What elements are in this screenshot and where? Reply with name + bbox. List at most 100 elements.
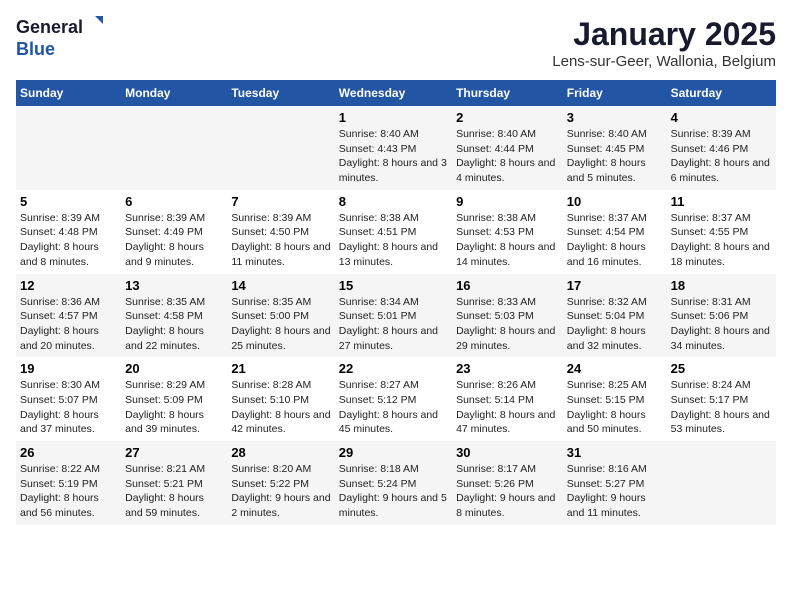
calendar-cell: 24 Sunrise: 8:25 AMSunset: 5:15 PMDayligh…: [563, 357, 667, 441]
calendar-cell: 1Sunrise: 8:40 AMSunset: 4:43 PMDaylight…: [335, 106, 452, 190]
cell-info: Sunset: 5:27 PM: [567, 477, 663, 492]
cell-info: Sunset: 5:17 PM: [671, 393, 772, 408]
calendar-cell: 9Sunrise: 8:38 AMSunset: 4:53 PMDaylight…: [452, 190, 563, 274]
cell-info: Daylight: 8 hours and 56 minutes.: [20, 491, 117, 520]
header-thursday: Thursday: [452, 80, 563, 106]
cell-info: Sunrise: 8:29 AM: [125, 378, 223, 393]
cell-info: Sunrise: 8:22 AM: [20, 462, 117, 477]
cell-info: Sunrise: 8:21 AM: [125, 462, 223, 477]
page-header: General Blue January 2025 Lens-sur-Geer,…: [16, 16, 776, 70]
logo: General Blue: [16, 16, 103, 60]
cell-info: Daylight: 8 hours and 34 minutes.: [671, 324, 772, 353]
cell-info: Daylight: 8 hours and 27 minutes.: [339, 324, 448, 353]
cell-info: Sunrise: 8:18 AM: [339, 462, 448, 477]
header-wednesday: Wednesday: [335, 80, 452, 106]
cell-info: Sunset: 5:06 PM: [671, 309, 772, 324]
cell-info: Sunset: 5:26 PM: [456, 477, 559, 492]
calendar-cell: 26Sunrise: 8:22 AMSunset: 5:19 PMDayligh…: [16, 441, 121, 525]
cell-info: Daylight: 8 hours and 47 minutes.: [456, 408, 559, 437]
day-number: 15: [339, 278, 448, 293]
day-number: 24: [567, 361, 663, 376]
cell-info: Sunset: 5:15 PM: [567, 393, 663, 408]
day-number: 26: [20, 445, 117, 460]
calendar-cell: 12Sunrise: 8:36 AMSunset: 4:57 PMDayligh…: [16, 274, 121, 358]
calendar-week-row: 12Sunrise: 8:36 AMSunset: 4:57 PMDayligh…: [16, 274, 776, 358]
calendar-week-row: 5Sunrise: 8:39 AMSunset: 4:48 PMDaylight…: [16, 190, 776, 274]
cell-info: Sunrise: 8:28 AM: [231, 378, 330, 393]
cell-info: Sunrise: 8:40 AM: [339, 127, 448, 142]
cell-info: Sunrise: 8:39 AM: [20, 211, 117, 226]
cell-info: Sunset: 5:24 PM: [339, 477, 448, 492]
calendar-cell: 11Sunrise: 8:37 AMSunset: 4:55 PMDayligh…: [667, 190, 776, 274]
cell-info: Daylight: 9 hours and 2 minutes.: [231, 491, 330, 520]
cell-info: Daylight: 8 hours and 18 minutes.: [671, 240, 772, 269]
calendar-cell: 15Sunrise: 8:34 AMSunset: 5:01 PMDayligh…: [335, 274, 452, 358]
cell-info: Sunset: 5:21 PM: [125, 477, 223, 492]
cell-info: Sunrise: 8:25 AM: [567, 378, 663, 393]
cell-info: Sunset: 5:10 PM: [231, 393, 330, 408]
calendar-cell: 2Sunrise: 8:40 AMSunset: 4:44 PMDaylight…: [452, 106, 563, 190]
calendar-cell: 20Sunrise: 8:29 AMSunset: 5:09 PMDayligh…: [121, 357, 227, 441]
cell-info: Sunrise: 8:36 AM: [20, 295, 117, 310]
day-number: 19: [20, 361, 117, 376]
day-number: 5: [20, 194, 117, 209]
cell-info: Daylight: 8 hours and 32 minutes.: [567, 324, 663, 353]
calendar-cell: 4Sunrise: 8:39 AMSunset: 4:46 PMDaylight…: [667, 106, 776, 190]
day-number: 30: [456, 445, 559, 460]
cell-info: Daylight: 9 hours and 8 minutes.: [456, 491, 559, 520]
calendar-cell: 23Sunrise: 8:26 AMSunset: 5:14 PMDayligh…: [452, 357, 563, 441]
page-subtitle: Lens-sur-Geer, Wallonia, Belgium: [552, 53, 776, 70]
calendar-cell: 21Sunrise: 8:28 AMSunset: 5:10 PMDayligh…: [227, 357, 334, 441]
cell-info: Daylight: 8 hours and 3 minutes.: [339, 156, 448, 185]
cell-info: Daylight: 8 hours and 39 minutes.: [125, 408, 223, 437]
cell-info: Sunset: 4:46 PM: [671, 142, 772, 157]
calendar-cell: 3Sunrise: 8:40 AMSunset: 4:45 PMDaylight…: [563, 106, 667, 190]
day-number: 2: [456, 110, 559, 125]
cell-info: Sunset: 5:07 PM: [20, 393, 117, 408]
day-number: 11: [671, 194, 772, 209]
cell-info: Sunset: 4:43 PM: [339, 142, 448, 157]
day-number: 18: [671, 278, 772, 293]
day-number: 20: [125, 361, 223, 376]
day-number: 28: [231, 445, 330, 460]
calendar-cell: 19Sunrise: 8:30 AMSunset: 5:07 PMDayligh…: [16, 357, 121, 441]
cell-info: Sunset: 5:22 PM: [231, 477, 330, 492]
calendar-cell: [227, 106, 334, 190]
cell-info: Sunrise: 8:35 AM: [231, 295, 330, 310]
day-number: 14: [231, 278, 330, 293]
calendar-cell: 14Sunrise: 8:35 AMSunset: 5:00 PMDayligh…: [227, 274, 334, 358]
cell-info: Daylight: 8 hours and 20 minutes.: [20, 324, 117, 353]
calendar-cell: 6Sunrise: 8:39 AMSunset: 4:49 PMDaylight…: [121, 190, 227, 274]
cell-info: Sunset: 5:12 PM: [339, 393, 448, 408]
cell-info: Daylight: 8 hours and 13 minutes.: [339, 240, 448, 269]
day-number: 25: [671, 361, 772, 376]
calendar-cell: 22Sunrise: 8:27 AMSunset: 5:12 PMDayligh…: [335, 357, 452, 441]
calendar-cell: [121, 106, 227, 190]
header-sunday: Sunday: [16, 80, 121, 106]
day-number: 22: [339, 361, 448, 376]
logo-icon: [85, 16, 103, 39]
title-section: January 2025 Lens-sur-Geer, Wallonia, Be…: [552, 16, 776, 70]
day-number: 29: [339, 445, 448, 460]
logo-blue: Blue: [16, 39, 55, 60]
header-saturday: Saturday: [667, 80, 776, 106]
day-number: 3: [567, 110, 663, 125]
cell-info: Daylight: 8 hours and 22 minutes.: [125, 324, 223, 353]
calendar-cell: 18Sunrise: 8:31 AMSunset: 5:06 PMDayligh…: [667, 274, 776, 358]
calendar-cell: 29Sunrise: 8:18 AMSunset: 5:24 PMDayligh…: [335, 441, 452, 525]
calendar-cell: 28 Sunrise: 8:20 AMSunset: 5:22 PMDayligh…: [227, 441, 334, 525]
cell-info: Sunrise: 8:20 AM: [231, 462, 330, 477]
cell-info: Sunset: 4:49 PM: [125, 225, 223, 240]
header-tuesday: Tuesday: [227, 80, 334, 106]
cell-info: Daylight: 8 hours and 45 minutes.: [339, 408, 448, 437]
calendar-cell: [16, 106, 121, 190]
cell-info: Sunrise: 8:35 AM: [125, 295, 223, 310]
calendar-cell: 7Sunrise: 8:39 AMSunset: 4:50 PMDaylight…: [227, 190, 334, 274]
cell-info: Sunrise: 8:39 AM: [671, 127, 772, 142]
cell-info: Daylight: 8 hours and 8 minutes.: [20, 240, 117, 269]
cell-info: Sunrise: 8:32 AM: [567, 295, 663, 310]
cell-info: Daylight: 8 hours and 50 minutes.: [567, 408, 663, 437]
cell-info: Sunset: 4:45 PM: [567, 142, 663, 157]
cell-info: Sunset: 4:58 PM: [125, 309, 223, 324]
cell-info: Sunrise: 8:39 AM: [125, 211, 223, 226]
